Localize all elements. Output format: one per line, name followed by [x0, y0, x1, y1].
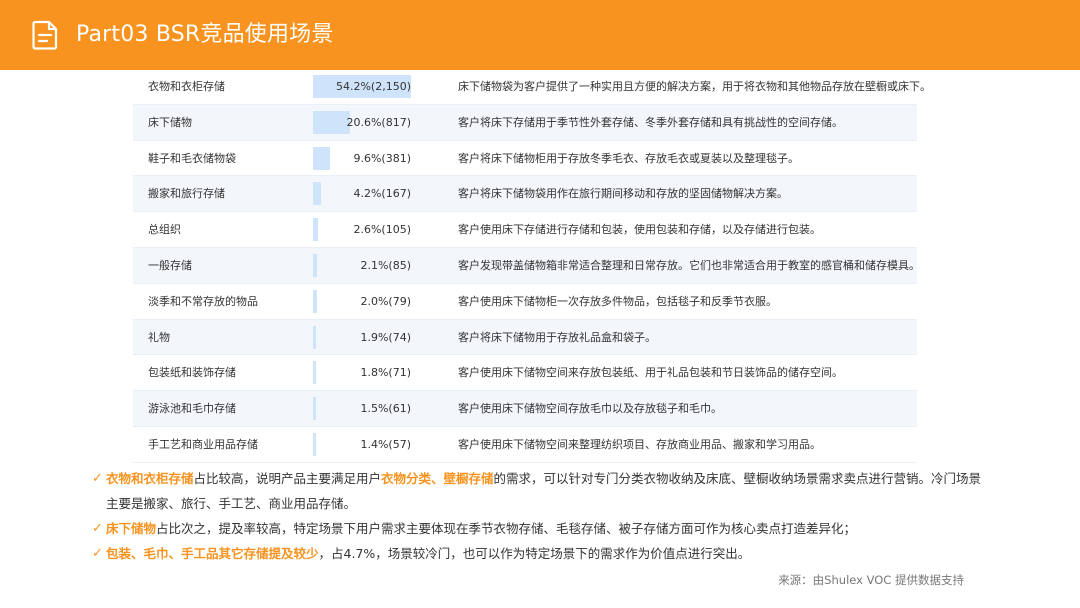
- share-value: 54.2%(2,150): [335, 80, 411, 93]
- table-row: 包装纸和装饰存储 1.8%(71) 客户使用床下储物空间来存放包装纸、用于礼品包装和…: [133, 355, 917, 392]
- scenario-name: 一般存储: [148, 258, 192, 272]
- checkmark-icon: ✓: [92, 521, 103, 536]
- scenario-description: 客户使用床下储物空间来存放包装纸、用于礼品包装和节日装饰品的储存空间。: [458, 366, 843, 380]
- scenario-description: 客户将床下储物柜用于存放冬季毛衣、存放毛衣或夏装以及整理毯子。: [458, 151, 799, 165]
- share-bar-cell: 54.2%(2,150): [313, 75, 411, 98]
- share-bar-cell: 1.4%(57): [313, 432, 411, 456]
- scenario-name: 床下储物: [148, 115, 192, 129]
- share-bar: [313, 110, 351, 134]
- scenario-name: 总组织: [148, 223, 181, 237]
- share-bar: [313, 146, 331, 170]
- checkmark-icon: ✓: [92, 471, 103, 486]
- table-row: 搬家和旅行存储 4.2%(167) 客户将床下储物袋用作在旅行期间移动和存放的坚固储…: [133, 176, 917, 213]
- highlight-text: 包装、毛巾、手工品其它存储提及较少: [106, 546, 319, 561]
- scenario-name: 游泳池和毛巾存储: [148, 402, 236, 416]
- summary-note: ✓ 衣物和衣柜存储占比较高，说明产品主要满足用户衣物分类、壁橱存储的需求，可以针对…: [92, 466, 992, 516]
- table-row: 一般存储 2.1%(85) 客户发现带盖储物箱非常适合整理和日常存放。它们也非常适合…: [133, 247, 920, 284]
- table-row: 礼物 1.9%(74) 客户将床下储物用于存放礼品盒和袋子。: [133, 319, 917, 356]
- scenario-description: 客户将床下储物袋用作在旅行期间移动和存放的坚固储物解决方案。: [458, 187, 788, 201]
- scenario-name: 搬家和旅行存储: [148, 187, 225, 201]
- scenario-name: 包装纸和装饰存储: [148, 366, 236, 380]
- checkmark-icon: ✓: [92, 546, 103, 561]
- document-icon: [32, 20, 58, 50]
- highlight-text: 衣物和衣柜存储: [106, 471, 194, 486]
- scenario-description: 床下储物袋为客户提供了一种实用且方便的解决方案，用于将衣物和其他物品存放在壁橱或…: [458, 80, 931, 93]
- scenario-description: 客户将床下储物用于存放礼品盒和袋子。: [458, 330, 656, 344]
- scenario-name: 淡季和不常存放的物品: [148, 294, 258, 308]
- highlight-text: 衣物分类、壁橱存储: [381, 471, 494, 486]
- share-bar: [313, 182, 321, 206]
- share-value: 1.5%(61): [360, 402, 411, 416]
- scenario-name: 礼物: [148, 330, 170, 344]
- scenario-description: 客户使用床下储物柜一次存放多件物品，包括毯子和反季节衣服。: [458, 294, 777, 308]
- note-text: 占比次之，提及率较高，特定场景下用户需求主要体现在季节衣物存储、毛毯存储、被子存…: [156, 521, 857, 536]
- share-bar: [313, 289, 317, 313]
- share-bar: [313, 253, 317, 277]
- summary-note: ✓ 床下储物占比次之，提及率较高，特定场景下用户需求主要体现在季节衣物存储、毛毯存…: [92, 516, 992, 541]
- share-bar-cell: 1.5%(61): [313, 397, 411, 421]
- share-bar: [313, 432, 316, 456]
- share-bar-cell: 2.1%(85): [313, 253, 411, 277]
- share-value: 1.4%(57): [360, 437, 411, 451]
- note-text: ，占4.7%，场景较冷门，也可以作为特定场景下的需求作为价值点进行突出。: [318, 546, 751, 561]
- share-bar: [313, 361, 317, 385]
- table-row: 衣物和衣柜存储 54.2%(2,150) 床下储物袋为客户提供了一种实用且方便的解决…: [133, 69, 931, 105]
- scenario-name: 鞋子和毛衣储物袋: [148, 151, 236, 165]
- scenario-description: 客户使用床下储物空间存放毛巾以及存放毯子和毛巾。: [458, 402, 722, 416]
- table-row: 手工艺和商业用品存储 1.4%(57) 客户使用床下储物空间来整理纺织项目、存放商业…: [133, 427, 917, 463]
- scenario-description: 客户使用床下存储进行存储和包装，使用包装和存储，以及存储进行包装。: [458, 223, 821, 237]
- summary-note: ✓ 包装、毛巾、手工品其它存储提及较少，占4.7%，场景较冷门，也可以作为特定场景…: [92, 541, 992, 566]
- share-bar-cell: 2.6%(105): [313, 218, 411, 242]
- share-bar-cell: 1.9%(74): [313, 325, 411, 349]
- note-text: 占比较高，说明产品主要满足用户: [193, 471, 382, 486]
- share-bar-cell: 1.8%(71): [313, 361, 411, 385]
- table-row: 游泳池和毛巾存储 1.5%(61) 客户使用床下储物空间存放毛巾以及存放毯子和毛巾。: [133, 391, 917, 427]
- share-value: 1.9%(74): [360, 330, 411, 344]
- scenario-name: 衣物和衣柜存储: [148, 80, 225, 93]
- page-title: Part03 BSR竞品使用场景: [76, 22, 334, 47]
- share-bar-cell: 2.0%(79): [313, 289, 411, 313]
- summary-notes: ✓ 衣物和衣柜存储占比较高，说明产品主要满足用户衣物分类、壁橱存储的需求，可以针对…: [92, 466, 992, 566]
- share-value: 2.0%(79): [360, 294, 411, 308]
- scenario-description: 客户使用床下储物空间来整理纺织项目、存放商业用品、搬家和学习用品。: [458, 437, 821, 451]
- share-bar-cell: 9.6%(381): [313, 146, 411, 170]
- highlight-text: 床下储物: [106, 521, 157, 536]
- scenario-name: 手工艺和商业用品存储: [148, 437, 258, 451]
- header-bar: Part03 BSR竞品使用场景: [0, 0, 1080, 70]
- table-row: 总组织 2.6%(105) 客户使用床下存储进行存储和包装，使用包装和存储，以及存储…: [133, 212, 917, 248]
- share-bar: [313, 325, 317, 349]
- share-value: 20.6%(817): [346, 115, 411, 129]
- share-value: 1.8%(71): [360, 366, 411, 380]
- share-bar: [313, 218, 318, 242]
- table-row: 淡季和不常存放的物品 2.0%(79) 客户使用床下储物柜一次存放多件物品，包括毯子…: [133, 284, 917, 320]
- share-value: 2.6%(105): [353, 223, 411, 237]
- scenario-description: 客户将床下存储用于季节性外套存储、冬季外套存储和具有挑战性的空间存储。: [458, 115, 843, 129]
- table-row: 床下储物 20.6%(817) 客户将床下存储用于季节性外套存储、冬季外套存储和具有…: [133, 104, 917, 141]
- share-bar: [313, 397, 316, 421]
- share-value: 9.6%(381): [353, 151, 411, 165]
- share-bar-cell: 4.2%(167): [313, 182, 411, 206]
- share-value: 2.1%(85): [360, 258, 411, 272]
- source-note: 来源：由Shulex VOC 提供数据支持: [778, 573, 964, 587]
- table-row: 鞋子和毛衣储物袋 9.6%(381) 客户将床下储物柜用于存放冬季毛衣、存放毛衣或夏…: [133, 141, 917, 177]
- usage-scenario-table: 衣物和衣柜存储 54.2%(2,150) 床下储物袋为客户提供了一种实用且方便的解决…: [133, 69, 931, 463]
- scenario-description: 客户发现带盖储物箱非常适合整理和日常存放。它们也非常适合用于教室的感官桶和储存模…: [458, 258, 920, 272]
- share-bar-cell: 20.6%(817): [313, 110, 411, 134]
- share-value: 4.2%(167): [353, 187, 411, 201]
